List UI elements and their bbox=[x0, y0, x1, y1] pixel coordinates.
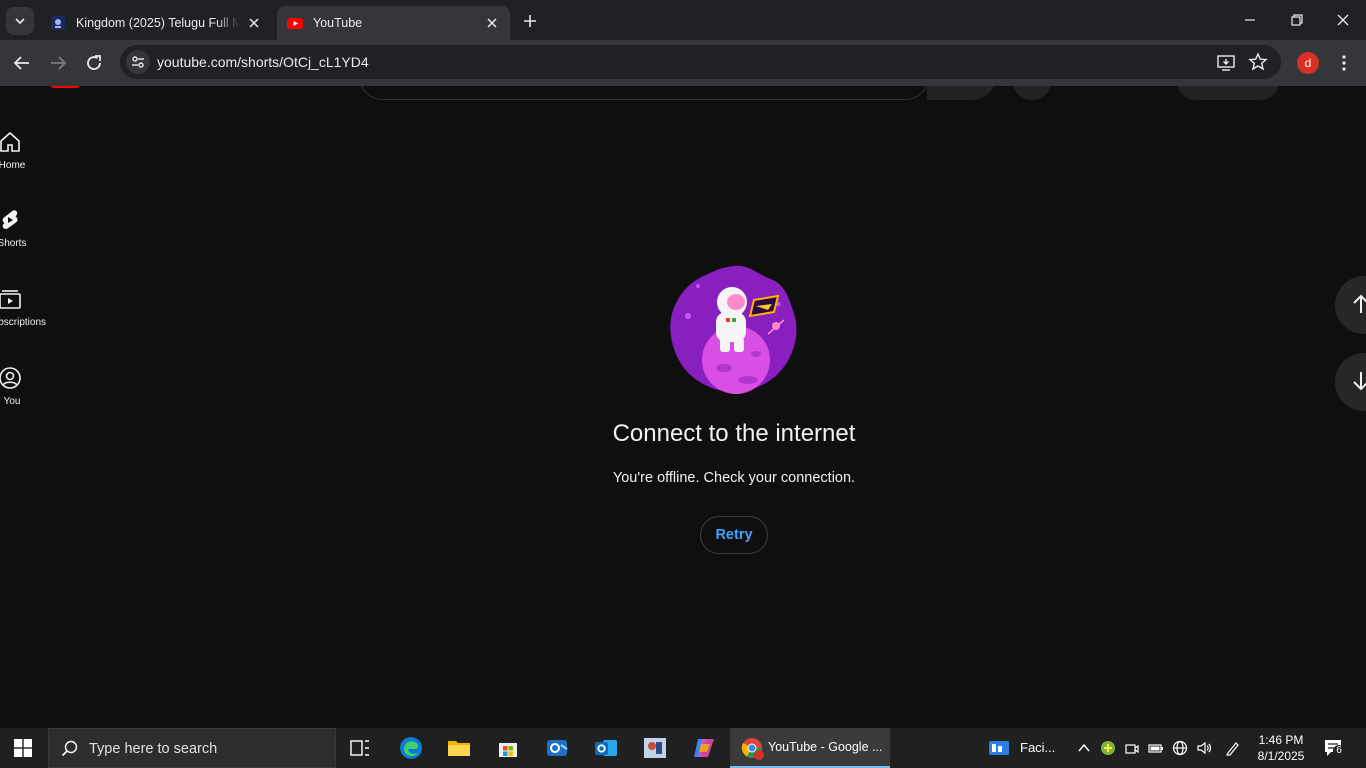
youtube-logo[interactable] bbox=[50, 86, 80, 88]
previous-short-button[interactable] bbox=[1335, 276, 1366, 334]
close-window-icon[interactable] bbox=[1331, 8, 1355, 32]
site-info-button[interactable] bbox=[126, 50, 150, 74]
windows-taskbar: Type here to search YouTube - Google ...… bbox=[0, 728, 1366, 768]
next-short-button[interactable] bbox=[1335, 353, 1366, 411]
taskbar-chrome-window[interactable]: YouTube - Google ... bbox=[730, 728, 890, 768]
subscriptions-icon bbox=[0, 290, 21, 309]
offline-astronaut-illustration bbox=[670, 265, 797, 394]
outlook-new-icon[interactable] bbox=[545, 736, 569, 760]
youtube-favicon-icon bbox=[287, 18, 303, 29]
bookmark-star-icon[interactable] bbox=[1248, 52, 1268, 72]
more-menu-icon[interactable] bbox=[1332, 51, 1356, 75]
taskbar-search-box[interactable]: Type here to search bbox=[48, 728, 336, 768]
taskbar-window-label: YouTube - Google ... bbox=[768, 740, 883, 754]
chrome-icon bbox=[741, 738, 764, 760]
arrow-up-icon bbox=[1353, 294, 1366, 313]
network-globe-icon[interactable] bbox=[1172, 740, 1188, 756]
guide-label: Subscriptions bbox=[0, 317, 47, 328]
browser-toolbar: youtube.com/shorts/OtCj_cL1YD4 d bbox=[0, 40, 1366, 86]
chevron-up-icon[interactable] bbox=[1076, 740, 1092, 756]
camera-icon[interactable] bbox=[1124, 740, 1140, 756]
youtube-search-box[interactable] bbox=[360, 86, 928, 100]
youtube-page: Home Shorts Subscriptions You Connect to… bbox=[0, 86, 1366, 728]
edge-browser-icon[interactable] bbox=[399, 736, 423, 760]
browser-tab-strip: Kingdom (2025) Telugu Full Movie YouTube bbox=[0, 0, 1366, 40]
guide-label: You bbox=[3, 396, 21, 407]
guide-item-shorts[interactable]: Shorts bbox=[0, 208, 38, 249]
home-icon bbox=[0, 131, 20, 152]
file-explorer-icon[interactable] bbox=[447, 736, 471, 760]
arrow-down-icon bbox=[1353, 372, 1366, 391]
weather-widget-icon[interactable] bbox=[987, 736, 1011, 760]
profile-avatar[interactable]: d bbox=[1297, 52, 1319, 74]
copilot-icon[interactable] bbox=[692, 736, 716, 760]
clock-date: 8/1/2025 bbox=[1257, 749, 1305, 763]
guide-item-home[interactable]: Home bbox=[0, 130, 38, 171]
you-icon bbox=[0, 367, 21, 389]
tab-title: YouTube bbox=[313, 16, 363, 30]
tray-app-icon[interactable] bbox=[1100, 740, 1116, 756]
close-tab-icon[interactable] bbox=[246, 15, 262, 31]
voice-search-button[interactable] bbox=[1012, 86, 1052, 100]
pen-icon[interactable] bbox=[1225, 740, 1241, 756]
photo-app-icon[interactable] bbox=[643, 736, 667, 760]
tab-youtube[interactable]: YouTube bbox=[277, 6, 510, 40]
volume-icon[interactable] bbox=[1196, 740, 1212, 756]
restore-icon[interactable] bbox=[1285, 8, 1309, 32]
tab-search-button[interactable] bbox=[6, 7, 34, 35]
guide-label: Shorts bbox=[0, 238, 27, 249]
new-tab-plus-icon[interactable] bbox=[519, 10, 541, 32]
microsoft-store-icon[interactable] bbox=[496, 736, 520, 760]
youtube-search-button[interactable] bbox=[927, 86, 995, 100]
reload-icon[interactable] bbox=[82, 51, 106, 75]
weather-widget-label[interactable]: Faci... bbox=[1020, 740, 1055, 755]
retry-button[interactable]: Retry bbox=[700, 516, 768, 554]
clock-time: 1:46 PM bbox=[1258, 733, 1304, 747]
movie-favicon-icon bbox=[51, 16, 65, 30]
battery-icon[interactable] bbox=[1148, 740, 1164, 756]
tune-icon bbox=[132, 56, 144, 68]
tab-kingdom-movie[interactable]: Kingdom (2025) Telugu Full Movie bbox=[40, 6, 272, 40]
search-icon bbox=[61, 740, 78, 757]
install-app-icon[interactable] bbox=[1216, 53, 1236, 73]
taskbar-search-placeholder: Type here to search bbox=[89, 741, 218, 757]
outlook-icon[interactable] bbox=[594, 736, 618, 760]
forward-arrow-icon[interactable] bbox=[46, 51, 70, 75]
create-button[interactable] bbox=[1176, 86, 1280, 100]
shorts-icon bbox=[2, 210, 18, 229]
url-text[interactable]: youtube.com/shorts/OtCj_cL1YD4 bbox=[157, 54, 369, 70]
chevron-down-icon bbox=[15, 18, 25, 25]
offline-title: Connect to the internet bbox=[612, 420, 856, 447]
guide-label: Home bbox=[0, 160, 26, 171]
system-clock[interactable]: 1:46 PM 8/1/2025 bbox=[1252, 732, 1310, 764]
tab-title: Kingdom (2025) Telugu Full Movie bbox=[76, 16, 240, 30]
address-bar[interactable]: youtube.com/shorts/OtCj_cL1YD4 bbox=[120, 45, 1281, 79]
notification-center-button[interactable]: 6 bbox=[1323, 738, 1345, 758]
guide-item-you[interactable]: You bbox=[0, 366, 38, 407]
offline-message: You're offline. Check your connection. bbox=[612, 470, 856, 486]
task-view-icon[interactable] bbox=[348, 736, 372, 760]
windows-start-icon[interactable] bbox=[14, 739, 32, 757]
minimize-icon[interactable] bbox=[1238, 8, 1262, 32]
back-arrow-icon[interactable] bbox=[10, 51, 34, 75]
close-tab-icon[interactable] bbox=[484, 15, 500, 31]
notification-count-badge: 6 bbox=[1333, 745, 1345, 757]
guide-item-subscriptions[interactable]: Subscriptions bbox=[0, 287, 47, 328]
